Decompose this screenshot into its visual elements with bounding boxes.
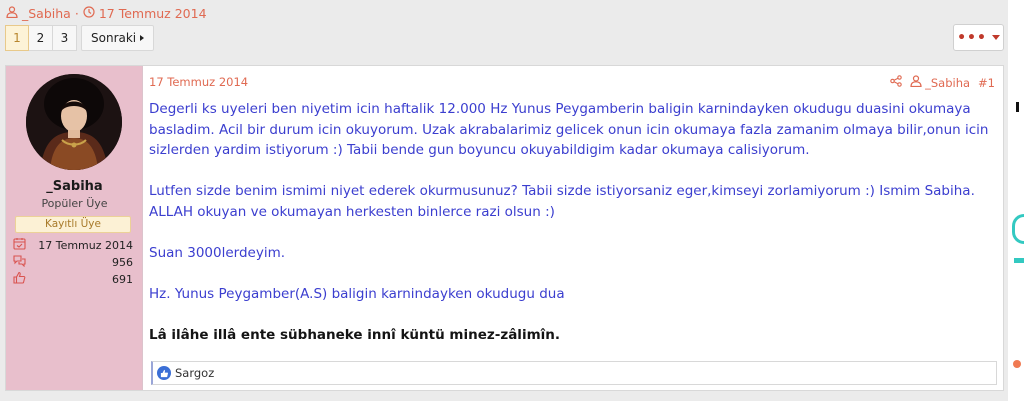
post-date-link[interactable]: 17 Temmuz 2014 <box>149 75 248 89</box>
stat-messages-value: 956 <box>112 255 133 269</box>
username-link[interactable]: _Sabiha <box>6 179 143 194</box>
stat-messages: 956 <box>13 255 133 269</box>
chevron-right-icon <box>140 35 145 41</box>
more-dots-icon: ••• <box>957 29 987 46</box>
thumbs-up-icon <box>13 271 26 287</box>
user-icon <box>6 5 18 21</box>
stat-joined: 17 Temmuz 2014 <box>13 238 133 252</box>
meta-separator: · <box>74 5 79 21</box>
post-paragraph: Suan 3000lerdeyim. <box>149 244 286 261</box>
user-banner: Kayıtlı Üye <box>15 216 131 233</box>
stat-reactions-value: 691 <box>112 272 133 286</box>
thread-meta: _Sabiha · 17 Temmuz 2014 <box>6 5 207 21</box>
post-header-actions: _Sabiha #1 <box>890 75 995 90</box>
post-paragraph: Degerli ks uyeleri ben niyetim icin haft… <box>149 101 989 158</box>
decor-dot <box>1013 360 1021 368</box>
clock-icon <box>83 5 95 21</box>
like-reaction-icon <box>157 366 171 380</box>
share-icon[interactable] <box>890 75 902 90</box>
post-author-link[interactable]: _Sabiha <box>910 75 970 90</box>
thread-date-link[interactable]: 17 Temmuz 2014 <box>99 6 207 21</box>
reactions-bar: Sargoz <box>151 361 997 385</box>
stat-joined-value: 17 Temmuz 2014 <box>38 238 133 252</box>
post-header: 17 Temmuz 2014 _Sabiha #1 <box>149 75 995 90</box>
post-author-name: _Sabiha <box>925 75 971 90</box>
pagination: 1 2 3 Sonraki <box>5 25 155 51</box>
prayer-text: Lâ ilâhe illâ ente sübhaneke innî küntü … <box>149 326 560 343</box>
next-page-label: Sonraki <box>91 31 137 45</box>
user-icon <box>910 75 922 90</box>
next-page-button[interactable]: Sonraki <box>81 25 155 51</box>
user-title: Popüler Üye <box>41 197 108 210</box>
stat-reactions: 691 <box>13 271 133 287</box>
post-message: _Sabiha Popüler Üye Kayıtlı Üye 17 Temmu… <box>5 65 1004 391</box>
user-cell: _Sabiha Popüler Üye Kayıtlı Üye 17 Temmu… <box>6 66 143 390</box>
thread-tools-button[interactable]: ••• <box>953 24 1004 51</box>
post-body: Degerli ks uyeleri ben niyetim icin haft… <box>149 99 999 345</box>
post-paragraph: Hz. Yunus Peygamber(A.S) baligin karnind… <box>149 285 565 302</box>
thread-author-link[interactable]: _Sabiha <box>22 6 71 21</box>
chevron-down-icon <box>991 35 1000 40</box>
decor-mark <box>1014 258 1024 263</box>
page-3-button[interactable]: 3 <box>53 25 77 51</box>
page-1-button[interactable]: 1 <box>5 25 29 51</box>
post-number-link[interactable]: #1 <box>978 76 995 90</box>
decor-arc <box>1012 214 1024 244</box>
reaction-user-link[interactable]: Sargoz <box>175 366 214 380</box>
page-edge <box>1008 0 1024 401</box>
page-2-button[interactable]: 2 <box>29 25 53 51</box>
decor-mark <box>1016 102 1019 112</box>
avatar[interactable] <box>26 74 122 170</box>
calendar-check-icon <box>13 237 26 253</box>
post-paragraph: Lutfen sizde benim ismimi niyet ederek o… <box>149 183 975 220</box>
comments-icon <box>13 254 26 270</box>
